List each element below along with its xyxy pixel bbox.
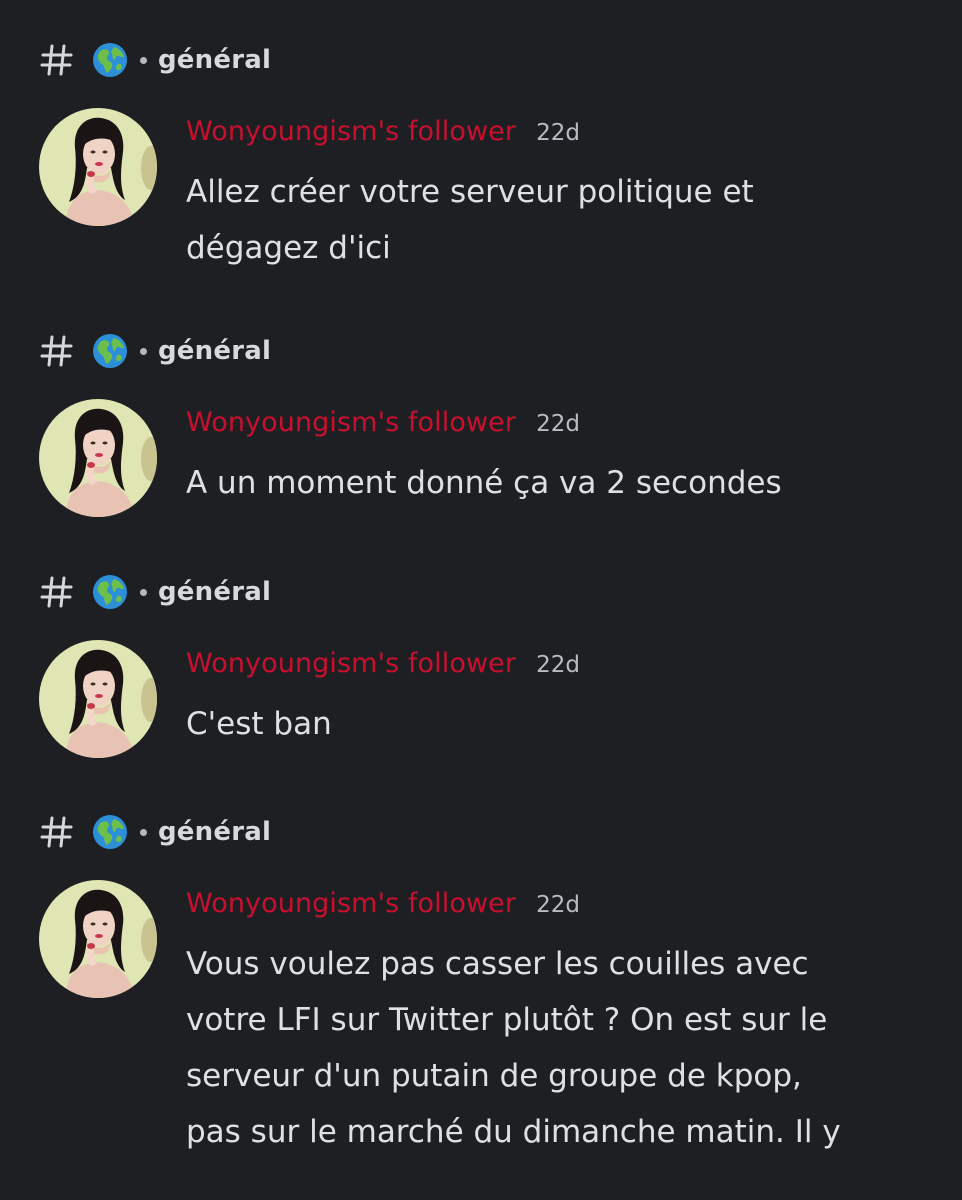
separator-dot [140,828,147,836]
author-name[interactable]: Wonyoungism's follower [186,116,516,147]
channel-header[interactable]: général [40,40,271,80]
timestamp: 22d [536,652,580,678]
channel-header[interactable]: général [40,812,271,852]
avatar[interactable] [39,880,157,998]
message-text: Vous voulez pas casser les couilles avec… [186,946,841,1150]
channel-name[interactable]: général [158,577,271,607]
separator-dot [140,56,147,64]
author-name[interactable]: Wonyoungism's follower [186,407,516,438]
message-header: Wonyoungism's follower 22d [186,888,580,919]
globe-icon [92,574,128,610]
hash-icon [40,575,74,609]
separator-dot [140,347,147,355]
timestamp: 22d [536,411,580,437]
hash-icon [40,334,74,368]
avatar[interactable] [39,108,157,226]
channel-name[interactable]: général [158,817,271,847]
globe-icon [92,814,128,850]
channel-name[interactable]: général [158,45,271,75]
message-header: Wonyoungism's follower 22d [186,648,580,679]
hash-icon [40,43,74,77]
message-text: C'est ban [186,706,332,742]
discord-search-results: { "results": [ { "channel": { "icon": "h… [0,0,962,1200]
timestamp: 22d [536,120,580,146]
message-text: A un moment donné ça va 2 secondes [186,465,782,501]
message-header: Wonyoungism's follower 22d [186,116,580,147]
separator-dot [140,588,147,596]
globe-icon [92,42,128,78]
globe-icon [92,333,128,369]
hash-icon [40,815,74,849]
channel-header[interactable]: général [40,331,271,371]
author-name[interactable]: Wonyoungism's follower [186,648,516,679]
channel-name[interactable]: général [158,336,271,366]
channel-header[interactable]: général [40,572,271,612]
avatar[interactable] [39,640,157,758]
avatar[interactable] [39,399,157,517]
timestamp: 22d [536,892,580,918]
message-header: Wonyoungism's follower 22d [186,407,580,438]
message-text: Allez créer votre serveur politique et d… [186,174,754,266]
author-name[interactable]: Wonyoungism's follower [186,888,516,919]
